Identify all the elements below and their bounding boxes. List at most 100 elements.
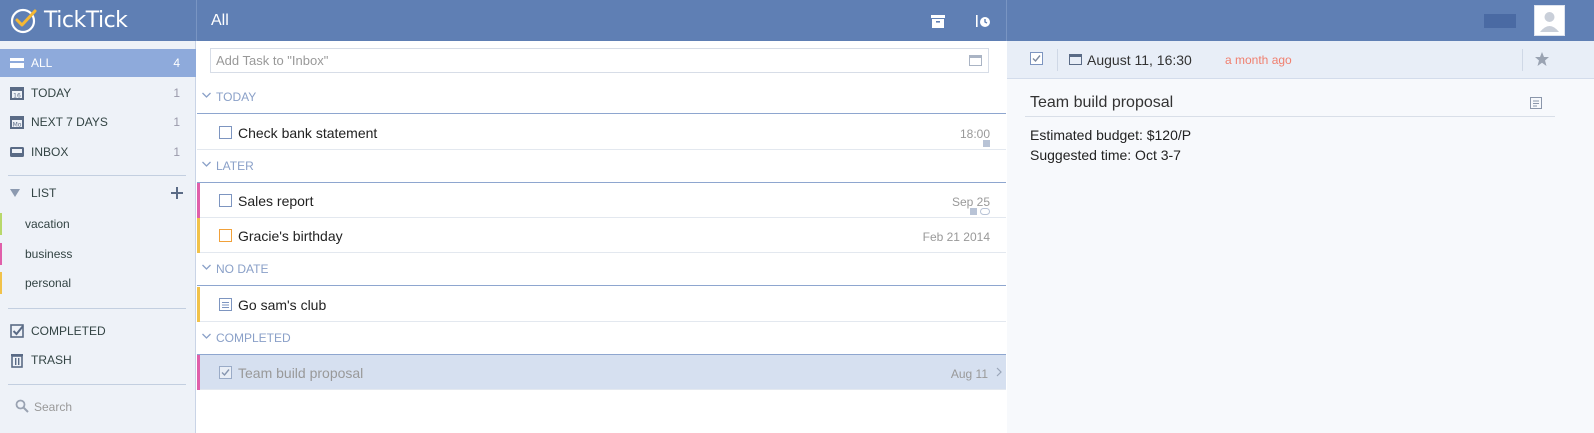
notification-flag[interactable] xyxy=(1484,14,1516,28)
detail-toolbar: August 11, 16:30 a month ago xyxy=(1007,41,1594,79)
svg-text:Mo: Mo xyxy=(13,122,22,129)
sidebar-item-label: ALL xyxy=(31,56,53,70)
section-header-today[interactable]: TODAY xyxy=(197,80,1006,114)
page-title: All xyxy=(211,12,229,29)
search-input[interactable]: Search xyxy=(12,397,182,417)
task-date: Aug 11 xyxy=(950,367,988,381)
list-header-label: LIST xyxy=(31,186,57,200)
svg-text:16: 16 xyxy=(13,93,21,100)
checked-checkbox-icon[interactable] xyxy=(219,366,232,379)
repeat-icon xyxy=(980,208,990,215)
sort-clock-icon[interactable] xyxy=(974,12,992,30)
task-title: Team build proposal xyxy=(238,365,364,381)
detail-description[interactable]: Estimated budget: $120/P Suggested time:… xyxy=(1030,125,1191,165)
avatar[interactable] xyxy=(1534,5,1565,36)
section-label: TODAY xyxy=(216,90,257,104)
task-row[interactable]: Check bank statement 18:00 xyxy=(197,115,1006,150)
section-label: NO DATE xyxy=(216,262,269,276)
detail-checkbox-icon[interactable] xyxy=(1030,52,1043,65)
calendar-icon[interactable] xyxy=(969,54,982,66)
section-label: LATER xyxy=(216,159,254,173)
chevron-right-icon xyxy=(996,367,1002,377)
calendar-icon[interactable] xyxy=(1069,53,1082,65)
triangle-down-icon xyxy=(10,189,20,197)
detail-title[interactable]: Team build proposal xyxy=(1030,94,1173,112)
star-icon[interactable] xyxy=(1534,51,1550,67)
sidebar-item-today[interactable]: 16 TODAY 1 xyxy=(0,79,196,107)
app-name: TickTick xyxy=(44,7,128,33)
archive-icon[interactable] xyxy=(929,12,947,30)
relative-date: a month ago xyxy=(1225,53,1292,67)
sidebar-item-label: INBOX xyxy=(31,145,69,159)
chevron-down-icon xyxy=(202,264,211,270)
sidebar-item-label: TRASH xyxy=(31,353,72,367)
user-silhouette-icon xyxy=(1540,12,1559,32)
task-checkbox[interactable] xyxy=(219,229,232,242)
section-header-later[interactable]: LATER xyxy=(197,149,1006,183)
sidebar-item-count: 1 xyxy=(173,115,180,129)
sidebar: ALL 4 16 TODAY 1 Mo NEXT 7 DAYS 1 INBOX … xyxy=(0,41,196,433)
description-line: Estimated budget: $120/P xyxy=(1030,127,1192,143)
sidebar-item-label: personal xyxy=(25,276,72,290)
sidebar-item-label: COMPLETED xyxy=(31,324,106,338)
task-row[interactable]: Sales report Sep 25 xyxy=(197,183,1006,218)
toolbar-divider xyxy=(1057,49,1058,71)
task-checkbox[interactable] xyxy=(219,194,232,207)
chevron-down-icon xyxy=(202,92,211,98)
toolbar-divider xyxy=(1522,49,1523,71)
sidebar-item-trash[interactable]: TRASH xyxy=(0,346,196,374)
sidebar-divider xyxy=(8,175,186,176)
sidebar-item-inbox[interactable]: INBOX 1 xyxy=(0,138,196,166)
sidebar-item-completed[interactable]: COMPLETED xyxy=(0,317,196,345)
section-label: COMPLETED xyxy=(216,331,291,345)
list-color-bar xyxy=(0,272,2,294)
section-header-completed[interactable]: COMPLETED xyxy=(197,321,1006,355)
top-bar: TickTick All xyxy=(0,0,1594,41)
sidebar-item-count: 1 xyxy=(173,86,180,100)
search-placeholder: Search xyxy=(34,400,73,414)
note-icon xyxy=(970,208,977,215)
sidebar-item-all[interactable]: ALL 4 xyxy=(0,49,196,77)
task-list-pane: Add Task to "Inbox" TODAY Check bank sta… xyxy=(197,41,1006,433)
add-task-input[interactable]: Add Task to "Inbox" xyxy=(210,48,989,73)
top-divider xyxy=(196,0,197,41)
sidebar-list-personal[interactable]: personal xyxy=(0,269,196,297)
section-header-no-date[interactable]: NO DATE xyxy=(197,252,1006,286)
sidebar-list-vacation[interactable]: vacation xyxy=(0,210,196,238)
sidebar-list-business[interactable]: business xyxy=(0,240,196,268)
add-list-plus-icon[interactable] xyxy=(171,187,183,199)
sidebar-list-header[interactable]: LIST xyxy=(0,179,196,207)
list-color-bar xyxy=(0,213,2,235)
calendar-today-icon: 16 xyxy=(10,87,24,100)
sidebar-item-count: 1 xyxy=(173,145,180,159)
checklist-icon[interactable] xyxy=(219,298,232,311)
sidebar-divider xyxy=(8,308,186,309)
calendar-week-icon: Mo xyxy=(10,116,24,129)
due-date[interactable]: August 11, 16:30 xyxy=(1087,52,1192,68)
task-list-color-bar xyxy=(197,218,200,253)
top-divider xyxy=(1006,0,1007,41)
sidebar-item-count: 4 xyxy=(173,56,180,70)
inbox-icon xyxy=(10,147,24,157)
description-icon[interactable] xyxy=(1530,97,1542,109)
task-row[interactable]: Gracie's birthday Feb 21 2014 xyxy=(197,218,1006,253)
task-meta-icons xyxy=(983,140,990,148)
sidebar-item-label: vacation xyxy=(25,217,70,231)
task-title: Go sam's club xyxy=(238,297,327,313)
task-meta-icons xyxy=(970,208,990,216)
task-row[interactable]: Team build proposal Aug 11 xyxy=(197,355,1006,390)
checkbox-icon xyxy=(10,324,24,338)
task-checkbox[interactable] xyxy=(219,126,232,139)
sidebar-item-next-7-days[interactable]: Mo NEXT 7 DAYS 1 xyxy=(0,108,196,136)
sidebar-divider xyxy=(8,384,186,385)
task-row[interactable]: Go sam's club xyxy=(197,287,1006,322)
chevron-down-icon xyxy=(202,161,211,167)
task-date: 18:00 xyxy=(959,127,990,141)
task-detail-pane: August 11, 16:30 a month ago Team build … xyxy=(1007,41,1594,433)
sidebar-item-label: NEXT 7 DAYS xyxy=(31,115,108,129)
task-list-color-bar xyxy=(197,287,200,322)
list-color-bar xyxy=(0,243,2,265)
inbox-tray-icon xyxy=(10,58,24,68)
task-list-color-bar xyxy=(197,355,200,390)
ticktick-logo[interactable]: TickTick xyxy=(10,5,128,35)
